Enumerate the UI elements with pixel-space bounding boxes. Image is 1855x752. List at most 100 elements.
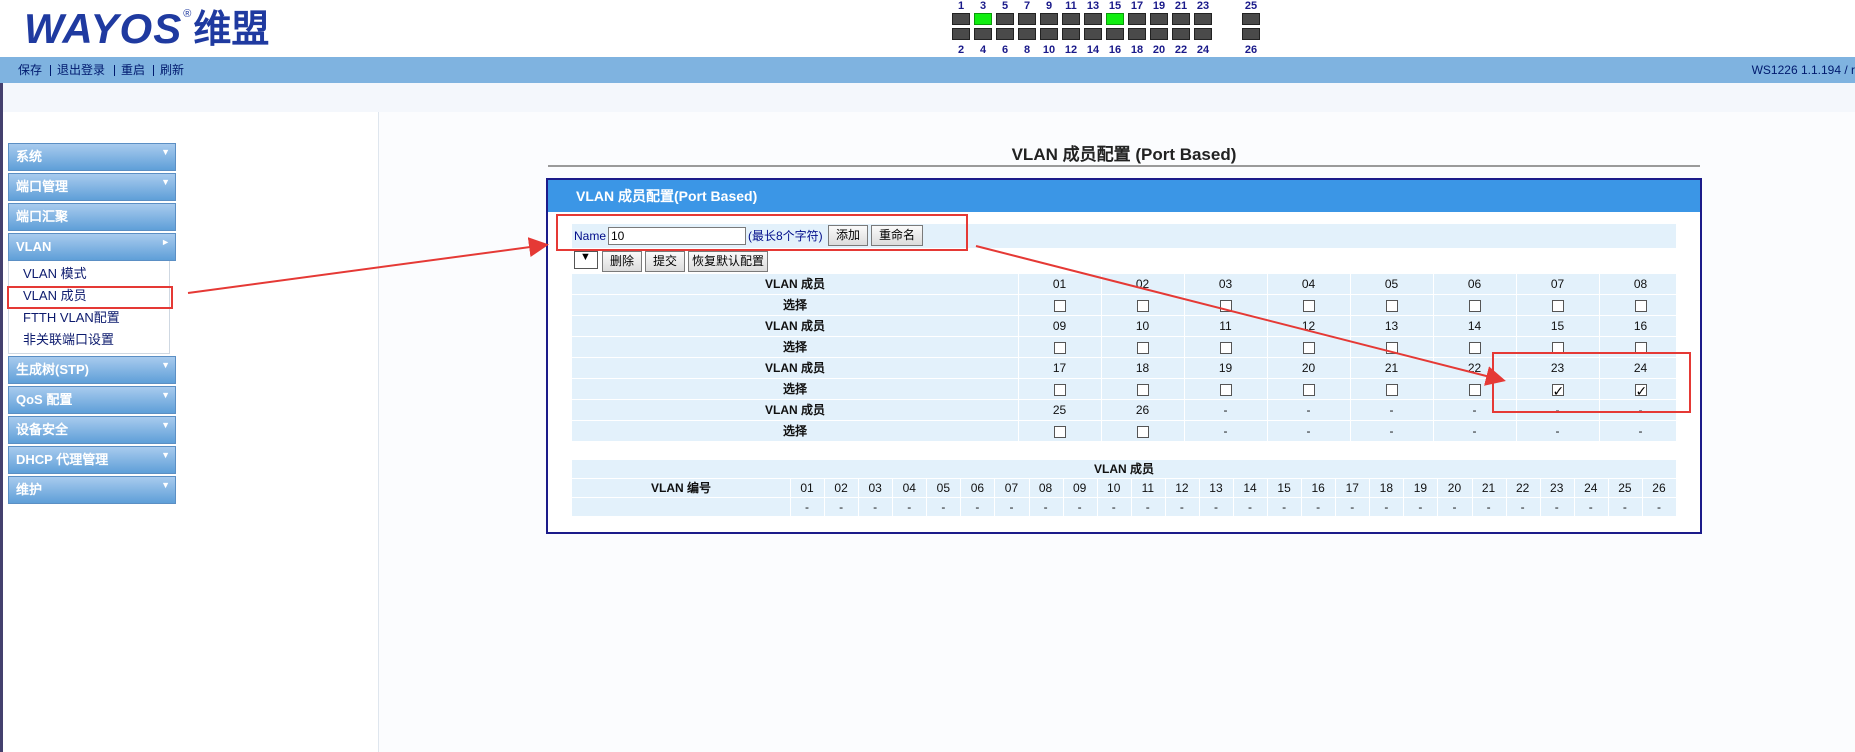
port-indicator[interactable] (1128, 13, 1146, 25)
sidebar-item-vlan[interactable]: VLAN ► (8, 233, 176, 261)
sidebar-item-maintenance[interactable]: 维护 ▼ (8, 476, 176, 504)
port-indicator[interactable] (1242, 28, 1260, 40)
port-number-cell: 09 (1052, 319, 1067, 333)
port-number-cell: 10 (1135, 319, 1150, 333)
port-indicator[interactable] (1194, 13, 1212, 25)
refresh-link[interactable]: 刷新 (160, 57, 184, 83)
port-indicator[interactable] (1040, 28, 1058, 40)
port-checkbox[interactable] (1302, 383, 1315, 396)
port-checkbox[interactable] (1551, 299, 1564, 312)
sidebar-item-port-aggregation[interactable]: 端口汇聚 (8, 203, 176, 231)
grid-divider (1018, 358, 1019, 378)
port-checkbox[interactable] (1053, 299, 1066, 312)
port-indicator[interactable] (996, 13, 1014, 25)
grid-divider (1301, 498, 1303, 516)
grid-divider (1028, 479, 1030, 497)
port-indicator[interactable] (1150, 13, 1168, 25)
port-indicator[interactable] (952, 13, 970, 25)
port-checkbox[interactable] (1053, 383, 1066, 396)
sidebar-item-port-management[interactable]: 端口管理 ▼ (8, 173, 176, 201)
port-checkbox[interactable] (1136, 425, 1149, 438)
grid-divider (1607, 479, 1609, 497)
port-indicator[interactable] (1062, 28, 1080, 40)
grid-divider (1164, 498, 1166, 516)
port-indicator[interactable] (1172, 28, 1190, 40)
grid-divider (1267, 337, 1268, 357)
port-indicator[interactable] (1084, 13, 1102, 25)
port-checkbox[interactable] (1385, 383, 1398, 396)
summary-value-cell: - (1350, 500, 1355, 514)
port-checkbox[interactable] (1053, 425, 1066, 438)
port-checkbox[interactable] (1136, 341, 1149, 354)
grid-divider (1130, 479, 1132, 497)
submenu-vlan-mode[interactable]: VLAN 模式 (9, 263, 169, 285)
submit-button[interactable]: 提交 (645, 251, 685, 272)
port-number-cell: 08 (1633, 277, 1648, 291)
port-number-top: 5 (1001, 0, 1009, 12)
restore-default-button[interactable]: 恢复默认配置 (688, 251, 768, 272)
sidebar-item-dhcp-proxy[interactable]: DHCP 代理管理 ▼ (8, 446, 176, 474)
port-checkbox[interactable] (1302, 299, 1315, 312)
reboot-link[interactable]: 重启 (121, 57, 145, 83)
grid-divider (1350, 295, 1351, 315)
select-cell (1101, 379, 1184, 399)
sidebar-item-system[interactable]: 系统 ▼ (8, 143, 176, 171)
port-indicator[interactable] (1106, 28, 1124, 40)
port-indicator[interactable] (1040, 13, 1058, 25)
port-indicator[interactable] (1018, 13, 1036, 25)
grid-divider (1184, 421, 1185, 441)
port-number-top: 1 (957, 0, 965, 12)
port-checkbox[interactable] (1136, 383, 1149, 396)
grid-divider (1403, 498, 1405, 516)
port-checkbox[interactable] (1053, 341, 1066, 354)
port-checkbox[interactable] (1468, 383, 1481, 396)
logout-link[interactable]: 退出登录 (57, 57, 105, 83)
port-indicator[interactable] (1194, 28, 1212, 40)
port-indicator[interactable] (974, 28, 992, 40)
delete-button[interactable]: 删除 (602, 251, 642, 272)
select-cell (1350, 337, 1433, 357)
port-checkbox[interactable] (1634, 299, 1647, 312)
port-indicator[interactable] (952, 28, 970, 40)
port-checkbox[interactable] (1219, 299, 1232, 312)
port-number-top: 3 (979, 0, 987, 12)
submenu-ftth-vlan[interactable]: FTTH VLAN配置 (9, 307, 169, 329)
port-checkbox[interactable] (1385, 341, 1398, 354)
grid-divider (1130, 498, 1132, 516)
port-indicator[interactable] (1172, 13, 1190, 25)
port-indicator[interactable] (974, 13, 992, 25)
port-number-bottom: 6 (1001, 44, 1009, 56)
port-number-cell: 13 (1384, 319, 1399, 333)
port-checkbox[interactable] (1468, 299, 1481, 312)
summary-value-cell: - (1077, 500, 1082, 514)
port-number-cell: 12 (1301, 319, 1316, 333)
sidebar-item-qos[interactable]: QoS 配置 ▼ (8, 386, 176, 414)
port-checkbox[interactable] (1468, 341, 1481, 354)
grid-divider (1433, 274, 1434, 294)
port-indicator[interactable] (1018, 28, 1036, 40)
port-checkbox[interactable] (1385, 299, 1398, 312)
port-indicator[interactable] (1242, 13, 1260, 25)
submenu-unassociated-port[interactable]: 非关联端口设置 (9, 329, 169, 351)
port-indicator[interactable] (996, 28, 1014, 40)
save-link[interactable]: 保存 (18, 57, 42, 83)
grid-divider (1198, 479, 1200, 497)
member-ports-row: VLAN 成员 09 10 11 12 13 14 15 16 (572, 316, 1676, 336)
sidebar-item-stp[interactable]: 生成树(STP) ▼ (8, 356, 176, 384)
summary-port-header: 10 (1107, 481, 1121, 495)
port-indicator[interactable] (1128, 28, 1146, 40)
port-checkbox[interactable] (1219, 383, 1232, 396)
port-indicator[interactable] (1150, 28, 1168, 40)
port-checkbox[interactable] (1136, 299, 1149, 312)
port-checkbox[interactable] (1219, 341, 1232, 354)
port-indicator[interactable] (1106, 13, 1124, 25)
summary-title: VLAN 成员 (1093, 462, 1154, 476)
vlan-select[interactable]: ▼ (574, 251, 598, 269)
port-checkbox[interactable] (1302, 341, 1315, 354)
port-indicator[interactable] (1062, 13, 1080, 25)
sidebar-item-security[interactable]: 设备安全 ▼ (8, 416, 176, 444)
port-indicator[interactable] (1084, 28, 1102, 40)
grid-divider (1101, 400, 1102, 420)
port-number-bottom: 26 (1244, 44, 1258, 56)
grid-divider (1267, 498, 1269, 516)
